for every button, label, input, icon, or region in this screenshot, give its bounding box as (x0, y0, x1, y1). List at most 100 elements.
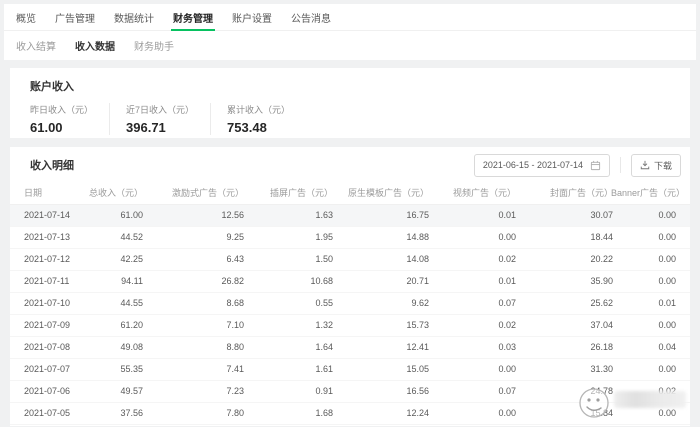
cell-cover-ads: 24.78 (530, 380, 627, 402)
col-header-cover-ads: 封面广告（元） (550, 183, 613, 204)
table-row[interactable]: 2021-07-05 37.56 7.80 1.68 12.24 0.00 15… (10, 402, 690, 424)
cell-rewarded-ads: 7.80 (157, 402, 258, 424)
cell-total-income: 49.57 (100, 380, 157, 402)
cell-native-template-ads: 15.05 (347, 358, 443, 380)
cell-interstitial-ads: 1.32 (258, 314, 347, 336)
cell-rewarded-ads: 8.80 (157, 336, 258, 358)
subnav-item-income-settlement[interactable]: 收入结算 (16, 38, 56, 53)
cell-native-template-ads: 12.41 (347, 336, 443, 358)
cell-interstitial-ads: 0.55 (258, 292, 347, 314)
main-nav: 概览 广告管理 数据统计 财务管理 账户设置 公告消息 (4, 4, 696, 31)
cell-native-template-ads: 14.88 (347, 226, 443, 248)
cell-interstitial-ads: 1.61 (258, 358, 347, 380)
cell-banner-ads: 0.04 (627, 336, 690, 358)
cell-native-template-ads: 9.62 (347, 292, 443, 314)
cell-video-ads: 0.02 (443, 314, 530, 336)
download-button[interactable]: 下载 (631, 154, 681, 177)
table-row[interactable]: 2021-07-09 61.20 7.10 1.32 15.73 0.02 37… (10, 314, 690, 336)
cell-date: 2021-07-10 (10, 292, 100, 314)
cell-total-income: 44.55 (100, 292, 157, 314)
cell-rewarded-ads: 6.43 (157, 248, 258, 270)
table-row[interactable]: 2021-07-11 94.11 26.82 10.68 20.71 0.01 … (10, 270, 690, 292)
table-row[interactable]: 2021-07-08 49.08 8.80 1.64 12.41 0.03 26… (10, 336, 690, 358)
date-range-picker[interactable]: 2021-06-15 - 2021-07-14 (474, 154, 610, 177)
subnav-item-finance-assistant[interactable]: 财务助手 (134, 38, 174, 53)
table-row[interactable]: 2021-07-12 42.25 6.43 1.50 14.08 0.02 20… (10, 248, 690, 270)
cell-video-ads: 0.01 (443, 204, 530, 226)
cell-cover-ads: 15.84 (530, 402, 627, 424)
nav-item-data-statistics[interactable]: 数据统计 (114, 4, 154, 30)
cell-total-income: 37.56 (100, 402, 157, 424)
cell-interstitial-ads: 10.68 (258, 270, 347, 292)
cell-total-income: 49.08 (100, 336, 157, 358)
income-table: 日期 总收入（元） 激励式广告（元） 插屏广告（元） 原生模板广告（元） 视频广… (10, 183, 690, 425)
cell-date: 2021-07-09 (10, 314, 100, 336)
cell-cover-ads: 31.30 (530, 358, 627, 380)
nav-item-financial-management[interactable]: 财务管理 (173, 4, 213, 30)
cell-cover-ads: 25.62 (530, 292, 627, 314)
cell-cover-ads: 30.07 (530, 204, 627, 226)
col-header-native-template-ads: 原生模板广告（元） (348, 183, 429, 204)
income-detail-title: 收入明细 (30, 157, 74, 173)
stat-value: 61.00 (30, 120, 93, 135)
nav-item-account-settings[interactable]: 账户设置 (232, 4, 272, 30)
cell-total-income: 61.00 (100, 204, 157, 226)
cell-cover-ads: 26.18 (530, 336, 627, 358)
cell-rewarded-ads: 7.41 (157, 358, 258, 380)
nav-item-overview[interactable]: 概览 (16, 4, 36, 30)
cell-date: 2021-07-13 (10, 226, 100, 248)
cell-cover-ads: 35.90 (530, 270, 627, 292)
cell-total-income: 44.52 (100, 226, 157, 248)
cell-rewarded-ads: 12.56 (157, 204, 258, 226)
cell-rewarded-ads: 8.68 (157, 292, 258, 314)
stat-value: 396.71 (126, 120, 194, 135)
col-header-rewarded-ads: 激励式广告（元） (172, 183, 244, 204)
table-row[interactable]: 2021-07-06 49.57 7.23 0.91 16.56 0.07 24… (10, 380, 690, 402)
cell-native-template-ads: 15.73 (347, 314, 443, 336)
income-detail-card: 收入明细 2021-06-15 - 2021-07-14 (10, 147, 690, 426)
stat-label: 昨日收入（元） (30, 103, 93, 116)
cell-video-ads: 0.07 (443, 380, 530, 402)
nav-item-announcements[interactable]: 公告消息 (291, 4, 331, 30)
cell-video-ads: 0.01 (443, 270, 530, 292)
cell-cover-ads: 37.04 (530, 314, 627, 336)
cell-video-ads: 0.00 (443, 402, 530, 424)
cell-banner-ads: 0.00 (627, 314, 690, 336)
col-header-banner-ads: Banner广告（元） (611, 183, 685, 204)
download-icon (640, 160, 650, 170)
stat-last7days-income: 近7日收入（元） 396.71 (110, 103, 211, 135)
table-row[interactable]: 2021-07-13 44.52 9.25 1.95 14.88 0.00 18… (10, 226, 690, 248)
date-range-value: 2021-06-15 - 2021-07-14 (483, 160, 583, 170)
cell-native-template-ads: 16.75 (347, 204, 443, 226)
cell-date: 2021-07-11 (10, 270, 100, 292)
cell-banner-ads: 0.00 (627, 226, 690, 248)
cell-banner-ads: 0.00 (627, 402, 690, 424)
nav-item-ad-management[interactable]: 广告管理 (55, 4, 95, 30)
cell-rewarded-ads: 9.25 (157, 226, 258, 248)
cell-native-template-ads: 16.56 (347, 380, 443, 402)
table-row[interactable]: 2021-07-07 55.35 7.41 1.61 15.05 0.00 31… (10, 358, 690, 380)
cell-video-ads: 0.07 (443, 292, 530, 314)
cell-rewarded-ads: 26.82 (157, 270, 258, 292)
cell-video-ads: 0.02 (443, 248, 530, 270)
cell-interstitial-ads: 1.95 (258, 226, 347, 248)
cell-date: 2021-07-06 (10, 380, 100, 402)
income-table-body: 2021-07-14 61.00 12.56 1.63 16.75 0.01 3… (10, 204, 690, 424)
stat-yesterday-income: 昨日收入（元） 61.00 (30, 103, 110, 135)
cell-total-income: 55.35 (100, 358, 157, 380)
stat-label: 累计收入（元） (227, 103, 290, 116)
cell-banner-ads: 0.01 (627, 292, 690, 314)
cell-video-ads: 0.00 (443, 226, 530, 248)
cell-banner-ads: 0.00 (627, 270, 690, 292)
cell-date: 2021-07-07 (10, 358, 100, 380)
cell-date: 2021-07-12 (10, 248, 100, 270)
table-row[interactable]: 2021-07-10 44.55 8.68 0.55 9.62 0.07 25.… (10, 292, 690, 314)
stat-value: 753.48 (227, 120, 290, 135)
col-header-date: 日期 (24, 183, 42, 204)
cell-total-income: 42.25 (100, 248, 157, 270)
subnav-item-income-data[interactable]: 收入数据 (75, 38, 115, 53)
cell-banner-ads: 0.00 (627, 358, 690, 380)
table-row[interactable]: 2021-07-14 61.00 12.56 1.63 16.75 0.01 3… (10, 204, 690, 226)
calendar-icon (590, 160, 601, 171)
cell-native-template-ads: 12.24 (347, 402, 443, 424)
